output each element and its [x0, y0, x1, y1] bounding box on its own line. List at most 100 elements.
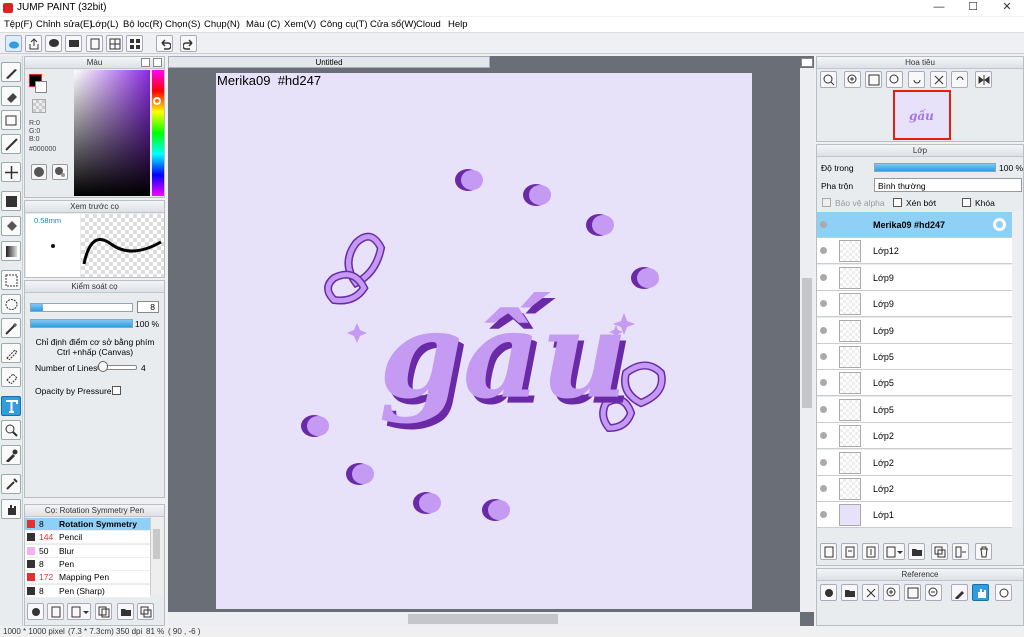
fit-icon[interactable]: [865, 71, 882, 88]
rotate-left-icon[interactable]: [908, 71, 925, 88]
select-eraser-icon[interactable]: [1, 367, 21, 387]
layer-row[interactable]: Lớp1: [817, 502, 1012, 529]
flip-icon[interactable]: [975, 71, 992, 88]
tile-icon[interactable]: [126, 35, 143, 52]
rectangle-tool-icon[interactable]: [1, 110, 21, 130]
layer-folder-icon[interactable]: [908, 543, 925, 560]
layer-visibility-icon[interactable]: [820, 273, 827, 281]
layer-visibility-icon[interactable]: [820, 300, 827, 308]
brush-item[interactable]: 8 Pen: [25, 557, 150, 571]
line-tool-icon[interactable]: [1, 134, 21, 154]
menu-help[interactable]: Help: [448, 19, 468, 30]
layer-row[interactable]: Lớp5: [817, 370, 1012, 397]
reference-zoom-out-icon[interactable]: [925, 584, 942, 601]
layer-visibility-icon[interactable]: [820, 405, 827, 413]
menu-snap[interactable]: Chụp(N): [204, 19, 240, 30]
share-icon[interactable]: [25, 35, 42, 52]
layer-settings-gear-icon[interactable]: [993, 218, 1006, 231]
comment-icon[interactable]: [45, 35, 62, 52]
reset-rotation-icon[interactable]: [930, 71, 947, 88]
new-brush-icon[interactable]: [47, 603, 64, 620]
layer-visibility-icon[interactable]: [820, 432, 827, 440]
layer-row[interactable]: Lớp9: [817, 291, 1012, 318]
close-button[interactable]: ✕: [990, 0, 1024, 16]
brush-copy-icon[interactable]: [137, 603, 154, 620]
reference-open-icon[interactable]: [841, 584, 858, 601]
clipping-checkbox[interactable]: [893, 198, 902, 207]
document-tab[interactable]: Untitled: [168, 56, 490, 68]
new-layer-8bit-icon[interactable]: [841, 543, 858, 560]
undo-icon[interactable]: [156, 35, 173, 52]
layer-visibility-icon[interactable]: [820, 247, 827, 255]
canvas-paper[interactable]: Merika09 #hd247 gấu gấu: [216, 73, 752, 609]
navigator-thumbnail[interactable]: gấu: [893, 90, 951, 140]
layer-visibility-icon[interactable]: [820, 326, 827, 334]
color-saturation-field[interactable]: [74, 70, 150, 196]
brush-type-dropdown[interactable]: [67, 603, 91, 620]
layer-visibility-icon[interactable]: [820, 458, 827, 466]
brush-item[interactable]: 172 Mapping Pen: [25, 571, 150, 585]
menu-edit[interactable]: Chỉnh sửa(E): [36, 19, 93, 30]
brush-item[interactable]: 8 Rotation Symmetry: [25, 518, 150, 531]
new-layer-icon[interactable]: [820, 543, 837, 560]
zoom-out-icon[interactable]: [820, 71, 837, 88]
reference-fit-icon[interactable]: [904, 584, 921, 601]
menu-view[interactable]: Xem(V): [284, 19, 316, 30]
maximize-button[interactable]: ☐: [956, 0, 990, 16]
message-icon[interactable]: [65, 35, 82, 52]
menu-color[interactable]: Màu (C): [246, 19, 280, 30]
canvas-horizontal-scrollbar[interactable]: [168, 612, 800, 626]
menu-file[interactable]: Tệp(F): [4, 19, 33, 30]
rect-select-icon[interactable]: [1, 270, 21, 290]
color-history-icon[interactable]: [52, 164, 68, 180]
reference-rotate-icon[interactable]: [995, 584, 1012, 601]
new-layer-1bit-icon[interactable]: [862, 543, 879, 560]
layer-visibility-icon[interactable]: [820, 353, 827, 360]
redo-icon[interactable]: [180, 35, 197, 52]
ellipse-select-icon[interactable]: [1, 294, 21, 314]
brush-list-scrollbar[interactable]: [150, 517, 162, 595]
layer-row[interactable]: Lớp5: [817, 344, 1012, 370]
reference-hand-icon[interactable]: [972, 584, 989, 601]
brush-item[interactable]: 8 Pen (Sharp): [25, 584, 150, 598]
layer-visibility-icon[interactable]: [820, 511, 827, 519]
menu-tools[interactable]: Công cụ(T): [320, 19, 368, 30]
layer-visibility-icon[interactable]: [820, 485, 827, 492]
bucket-tool-icon[interactable]: [1, 216, 21, 236]
brush-size-slider[interactable]: [30, 303, 133, 312]
move-tool-icon[interactable]: [1, 162, 21, 182]
cloud-icon[interactable]: [5, 35, 22, 52]
palette-icon[interactable]: [31, 164, 47, 180]
layer-row[interactable]: Lớp2: [817, 423, 1012, 450]
layer-list-scrollbar[interactable]: [1012, 211, 1023, 528]
brush-cloud-icon[interactable]: [27, 603, 44, 620]
panel-float-icon[interactable]: [141, 58, 151, 67]
reference-zoom-in-icon[interactable]: [883, 584, 900, 601]
background-color-swatch[interactable]: [35, 81, 47, 93]
operation-tool-icon[interactable]: [1, 420, 21, 440]
blend-mode-select[interactable]: Bình thường: [874, 178, 1022, 192]
select-pen-icon[interactable]: [1, 343, 21, 363]
layer-row[interactable]: Lớp5: [817, 396, 1012, 423]
rotate-right-icon[interactable]: [951, 71, 968, 88]
layer-row[interactable]: Merika09 #hd247: [817, 212, 1012, 238]
brush-duplicate-icon[interactable]: [95, 603, 112, 620]
reference-close-icon[interactable]: [862, 584, 879, 601]
layer-row[interactable]: Lớp9: [817, 317, 1012, 344]
layer-visibility-icon[interactable]: [820, 221, 827, 228]
delete-layer-icon[interactable]: [975, 543, 992, 560]
number-of-lines-handle[interactable]: [98, 361, 108, 372]
minimize-button[interactable]: —: [922, 0, 956, 16]
layer-row[interactable]: Lớp2: [817, 449, 1012, 476]
layer-row[interactable]: Lớp12: [817, 238, 1012, 265]
hand-tool-icon[interactable]: [1, 499, 21, 519]
menu-filter[interactable]: Bộ lọc(R): [123, 19, 163, 30]
hue-handle[interactable]: [153, 97, 161, 105]
gradient-tool-icon[interactable]: [1, 241, 21, 261]
protect-alpha-checkbox[interactable]: [822, 198, 831, 207]
lock-checkbox[interactable]: [962, 198, 971, 207]
reference-eyedropper-icon[interactable]: [951, 584, 968, 601]
reference-cloud-icon[interactable]: [820, 584, 837, 601]
menu-layer[interactable]: Lớp(L): [90, 19, 118, 30]
menu-cloud[interactable]: Cloud: [416, 19, 441, 30]
